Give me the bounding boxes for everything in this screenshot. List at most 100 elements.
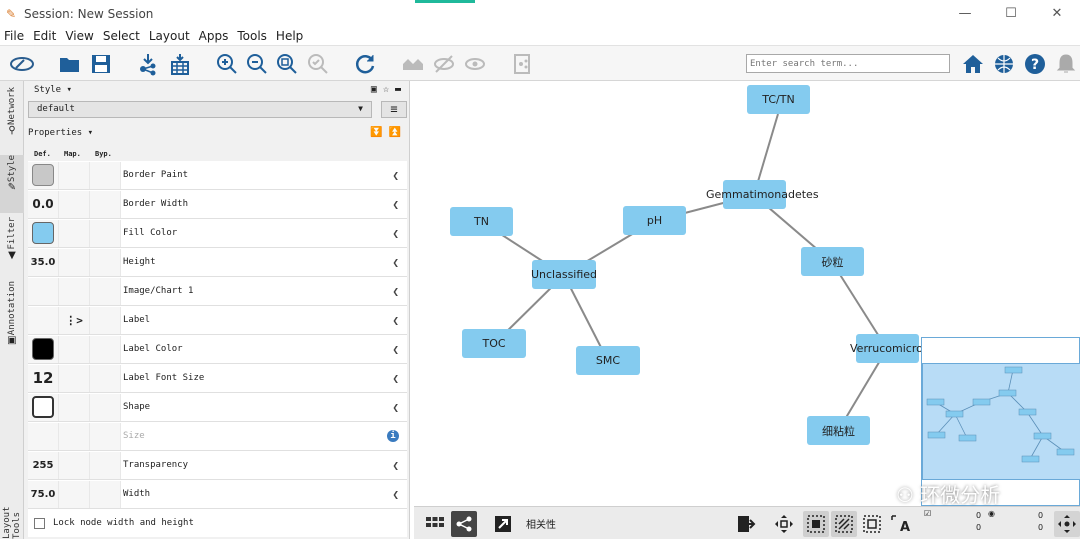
minimize-button[interactable]: — [942, 0, 988, 27]
chevron-left-icon[interactable]: ❮ [392, 227, 399, 240]
import-network-icon[interactable] [134, 50, 162, 78]
property-row[interactable]: Shape ❮ [28, 393, 407, 422]
bypass-cell[interactable] [90, 393, 121, 421]
mapping-cell[interactable] [59, 248, 90, 276]
default-cell[interactable] [28, 277, 59, 305]
property-row[interactable]: 12 Label Font Size ❮ [28, 364, 407, 393]
tab-annotation[interactable]: Annotation ▣ [0, 281, 24, 355]
style-menu-button[interactable]: ≡ [381, 101, 407, 118]
select-edges-icon[interactable] [831, 511, 857, 537]
chevron-left-icon[interactable]: ❮ [392, 343, 399, 356]
overview-viewport[interactable] [922, 363, 1080, 480]
menu-edit[interactable]: Edit [29, 29, 61, 43]
network-node[interactable]: TN [450, 207, 513, 236]
tab-filter[interactable]: Filter ▼ [0, 217, 24, 269]
property-row[interactable]: Label Color ❮ [28, 335, 407, 364]
property-row[interactable]: Image/Chart 1 ❮ [28, 277, 407, 306]
chevron-left-icon[interactable]: ❮ [392, 314, 399, 327]
mapping-cell[interactable] [59, 451, 90, 479]
chevron-left-icon[interactable]: ❮ [392, 459, 399, 472]
help-icon[interactable]: ? [1021, 50, 1049, 78]
default-cell[interactable]: 0.0 [28, 190, 59, 218]
menu-view[interactable]: View [61, 29, 98, 43]
zoom-out-icon[interactable] [243, 50, 271, 78]
refresh-icon[interactable] [351, 50, 379, 78]
default-cell[interactable] [28, 393, 59, 421]
property-row[interactable]: 75.0 Width ❮ [28, 480, 407, 509]
select-nodes-icon[interactable] [803, 511, 829, 537]
tab-style[interactable]: Style ✎ [0, 155, 24, 213]
bypass-cell[interactable] [90, 480, 121, 508]
bypass-cell[interactable] [90, 335, 121, 363]
navigate-icon[interactable] [1054, 511, 1080, 537]
bypass-cell[interactable] [90, 219, 121, 247]
bypass-cell[interactable] [90, 364, 121, 392]
notification-bell-icon[interactable] [1052, 50, 1080, 78]
import-table-icon[interactable] [166, 50, 194, 78]
bypass-cell[interactable] [90, 306, 121, 334]
pin-icon[interactable]: ☆ [383, 84, 389, 95]
mapping-cell[interactable]: ⋮> [59, 306, 90, 334]
bypass-cell[interactable] [90, 190, 121, 218]
chevron-left-icon[interactable]: ❮ [392, 372, 399, 385]
chevron-left-icon[interactable]: ❮ [392, 198, 399, 211]
network-node[interactable]: Unclassified [531, 260, 597, 289]
property-row[interactable]: Border Paint ❮ [28, 161, 407, 190]
mapping-cell[interactable] [59, 335, 90, 363]
property-row[interactable]: 35.0 Height ❮ [28, 248, 407, 277]
default-cell[interactable] [28, 219, 59, 247]
chevron-left-icon[interactable]: ❮ [392, 401, 399, 414]
float-icon[interactable]: ▣ [371, 84, 377, 95]
globe-icon[interactable] [990, 50, 1018, 78]
mapping-cell[interactable] [59, 190, 90, 218]
network-node[interactable]: pH [623, 206, 686, 235]
default-cell[interactable]: 75.0 [28, 480, 59, 508]
default-cell[interactable] [28, 161, 59, 189]
network-node[interactable]: 砂粒 [801, 247, 864, 276]
network-node[interactable]: TC/TN [747, 85, 810, 114]
tab-layout-tools[interactable]: Layout Tools [0, 475, 24, 539]
properties-dropdown[interactable]: Properties ▾ [28, 128, 93, 138]
mapping-cell[interactable] [59, 277, 90, 305]
open-folder-icon[interactable] [56, 50, 84, 78]
chevron-left-icon[interactable]: ❮ [392, 256, 399, 269]
info-icon[interactable]: i [387, 430, 399, 442]
style-panel-header[interactable]: Style ▾ [34, 85, 72, 95]
search-input[interactable] [746, 54, 950, 73]
close-button[interactable]: ✕ [1034, 0, 1080, 27]
menu-file[interactable]: File [0, 29, 29, 43]
home-icon[interactable] [959, 50, 987, 78]
mapping-cell[interactable] [59, 364, 90, 392]
menu-apps[interactable]: Apps [195, 29, 234, 43]
mapping-cell[interactable] [59, 219, 90, 247]
property-row[interactable]: ⋮> Label ❮ [28, 306, 407, 335]
expand-arrow-icon[interactable] [490, 511, 516, 537]
bypass-cell[interactable] [90, 248, 121, 276]
menu-layout[interactable]: Layout [145, 29, 195, 43]
default-cell[interactable]: 35.0 [28, 248, 59, 276]
maximize-button[interactable]: ☐ [988, 0, 1034, 27]
select-annotations-icon[interactable] [859, 511, 885, 537]
mapping-cell[interactable] [59, 480, 90, 508]
property-row[interactable]: 255 Transparency ❮ [28, 451, 407, 480]
property-row[interactable]: Fill Color ❮ [28, 219, 407, 248]
network-node[interactable]: TOC [462, 329, 526, 358]
chevron-left-icon[interactable]: ❮ [392, 488, 399, 501]
zoom-in-icon[interactable] [213, 50, 241, 78]
export-icon[interactable] [733, 511, 759, 537]
tab-network[interactable]: Network ⚲ [0, 87, 24, 151]
cytoscape-logo-icon[interactable] [8, 50, 36, 78]
zoom-fit-icon[interactable] [273, 50, 301, 78]
select-labels-icon[interactable]: A [887, 511, 913, 537]
save-icon[interactable] [87, 50, 115, 78]
bypass-cell[interactable] [90, 161, 121, 189]
property-row[interactable]: 0.0 Border Width ❮ [28, 190, 407, 219]
default-cell[interactable] [28, 306, 59, 334]
property-row[interactable]: Size i [28, 422, 407, 451]
menu-help[interactable]: Help [272, 29, 308, 43]
bypass-cell[interactable] [90, 451, 121, 479]
chevron-left-icon[interactable]: ❮ [392, 285, 399, 298]
minimize-panel-icon[interactable]: ▬ [395, 84, 401, 95]
grid-view-icon[interactable] [422, 511, 448, 537]
lock-size-checkbox[interactable] [34, 517, 45, 529]
